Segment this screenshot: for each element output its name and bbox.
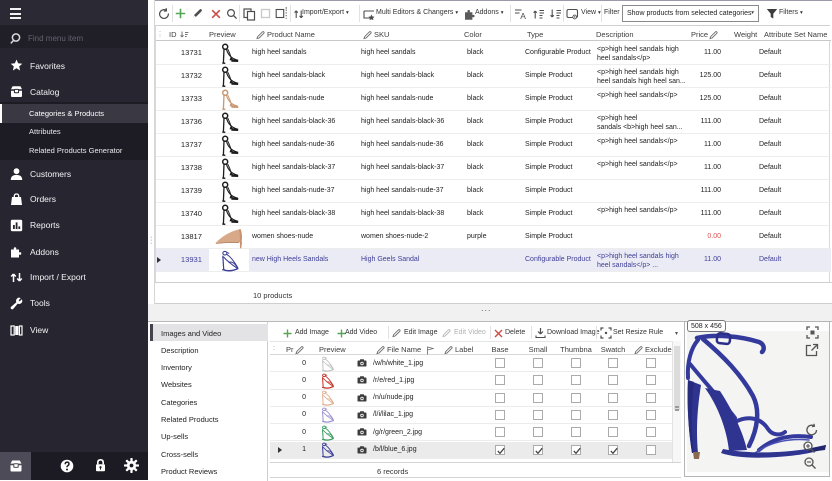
svg-text:A: A [520, 11, 526, 20]
